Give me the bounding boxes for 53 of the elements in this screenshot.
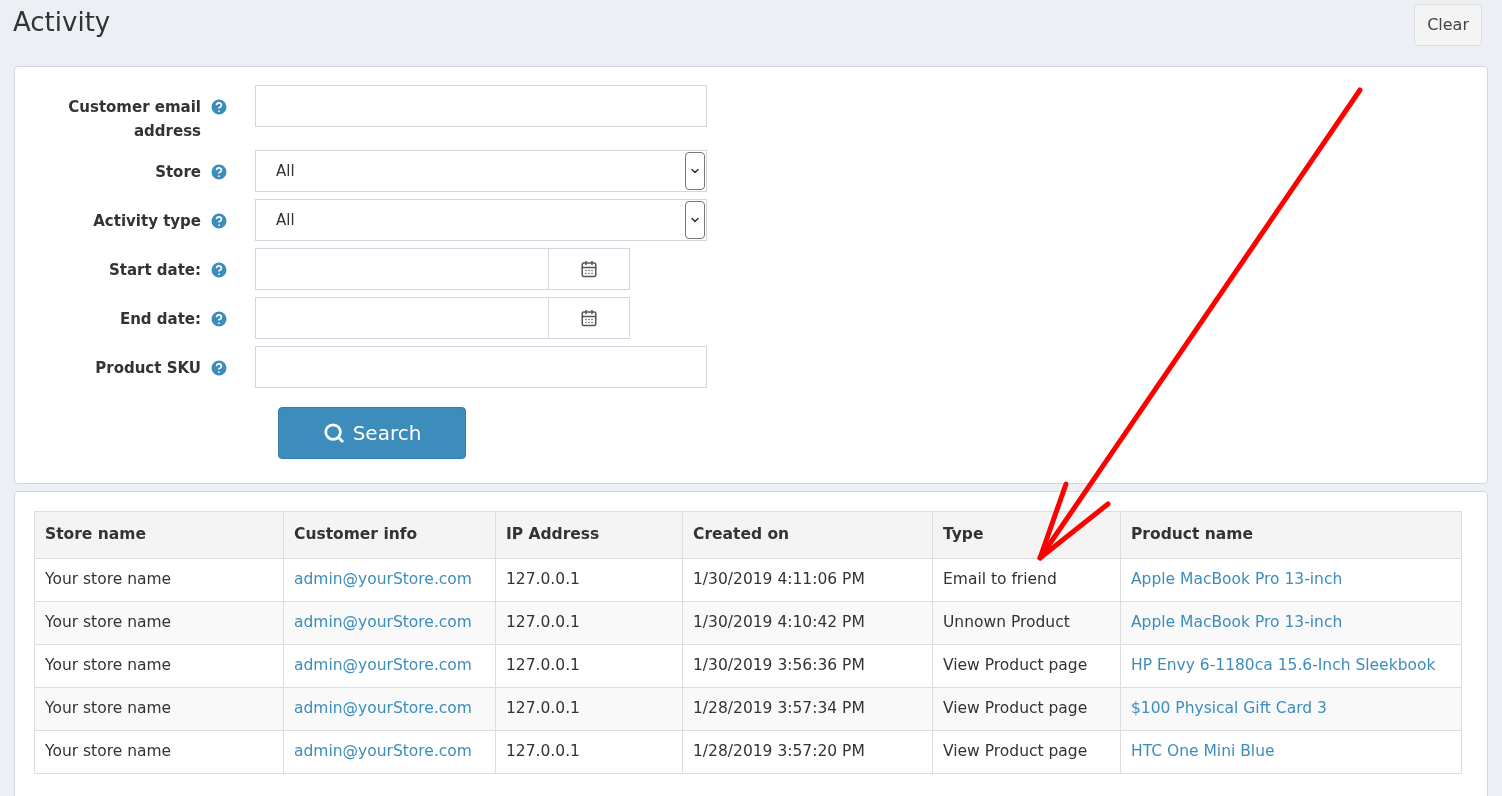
table-cell: 127.0.0.1 xyxy=(506,699,580,718)
select-field[interactable]: All xyxy=(255,150,707,192)
column-header: Created on xyxy=(682,511,933,559)
table-cell: 1/28/2019 3:57:20 PM xyxy=(693,742,865,761)
text-field[interactable] xyxy=(255,346,707,388)
table-cell: 1/28/2019 3:57:34 PM xyxy=(693,699,865,718)
clear-button[interactable]: Clear xyxy=(1414,4,1482,46)
search-button[interactable]: Search xyxy=(278,407,466,459)
table-cell: Your store name xyxy=(45,570,172,589)
field-label: End date: xyxy=(118,309,201,330)
column-header: Store name xyxy=(34,511,284,559)
help-icon[interactable] xyxy=(209,358,229,378)
field-label: Product SKU xyxy=(94,358,201,379)
help-icon[interactable] xyxy=(209,162,229,182)
chevron-icon xyxy=(685,201,705,239)
search-icon xyxy=(322,422,345,444)
text-field[interactable] xyxy=(255,85,707,127)
date-field[interactable] xyxy=(255,248,630,290)
chevron-icon xyxy=(685,152,705,190)
table-cell: View Product page xyxy=(943,699,1088,718)
table-cell: 127.0.0.1 xyxy=(506,613,580,632)
table-cell: 1/30/2019 4:10:42 PM xyxy=(693,613,865,632)
table-cell: Email to friend xyxy=(943,570,1057,589)
field-label: Customer email address xyxy=(67,97,201,142)
table-cell: 1/30/2019 4:11:06 PM xyxy=(693,570,865,589)
column-header: Type xyxy=(932,511,1121,559)
table-link[interactable]: HTC One Mini Blue xyxy=(1131,742,1275,761)
table-cell: 127.0.0.1 xyxy=(506,570,580,589)
table-cell: Your store name xyxy=(45,656,172,675)
help-icon[interactable] xyxy=(209,211,229,231)
table-cell: 127.0.0.1 xyxy=(506,742,580,761)
help-icon[interactable] xyxy=(209,97,229,117)
table-cell: View Product page xyxy=(943,742,1088,761)
table-cell: Your store name xyxy=(45,742,172,761)
table-cell: Unnown Product xyxy=(943,613,1070,632)
calendar-icon[interactable] xyxy=(580,260,598,278)
table-cell: View Product page xyxy=(943,656,1088,675)
table-cell: Your store name xyxy=(45,613,172,632)
date-field[interactable] xyxy=(255,297,630,339)
page-title: Activity xyxy=(13,6,111,39)
column-header: IP Address xyxy=(495,511,683,559)
select-field[interactable]: All xyxy=(255,199,707,241)
column-header: Product name xyxy=(1120,511,1462,559)
table-cell: 127.0.0.1 xyxy=(506,656,580,675)
field-label: Activity type xyxy=(92,211,201,232)
help-icon[interactable] xyxy=(209,309,229,329)
table-cell: 1/30/2019 3:56:36 PM xyxy=(693,656,865,675)
field-label: Store xyxy=(154,162,201,183)
column-header: Customer info xyxy=(283,511,496,559)
table-cell: Your store name xyxy=(45,699,172,718)
help-icon[interactable] xyxy=(209,260,229,280)
calendar-icon[interactable] xyxy=(580,309,598,327)
field-label: Start date: xyxy=(107,260,201,281)
